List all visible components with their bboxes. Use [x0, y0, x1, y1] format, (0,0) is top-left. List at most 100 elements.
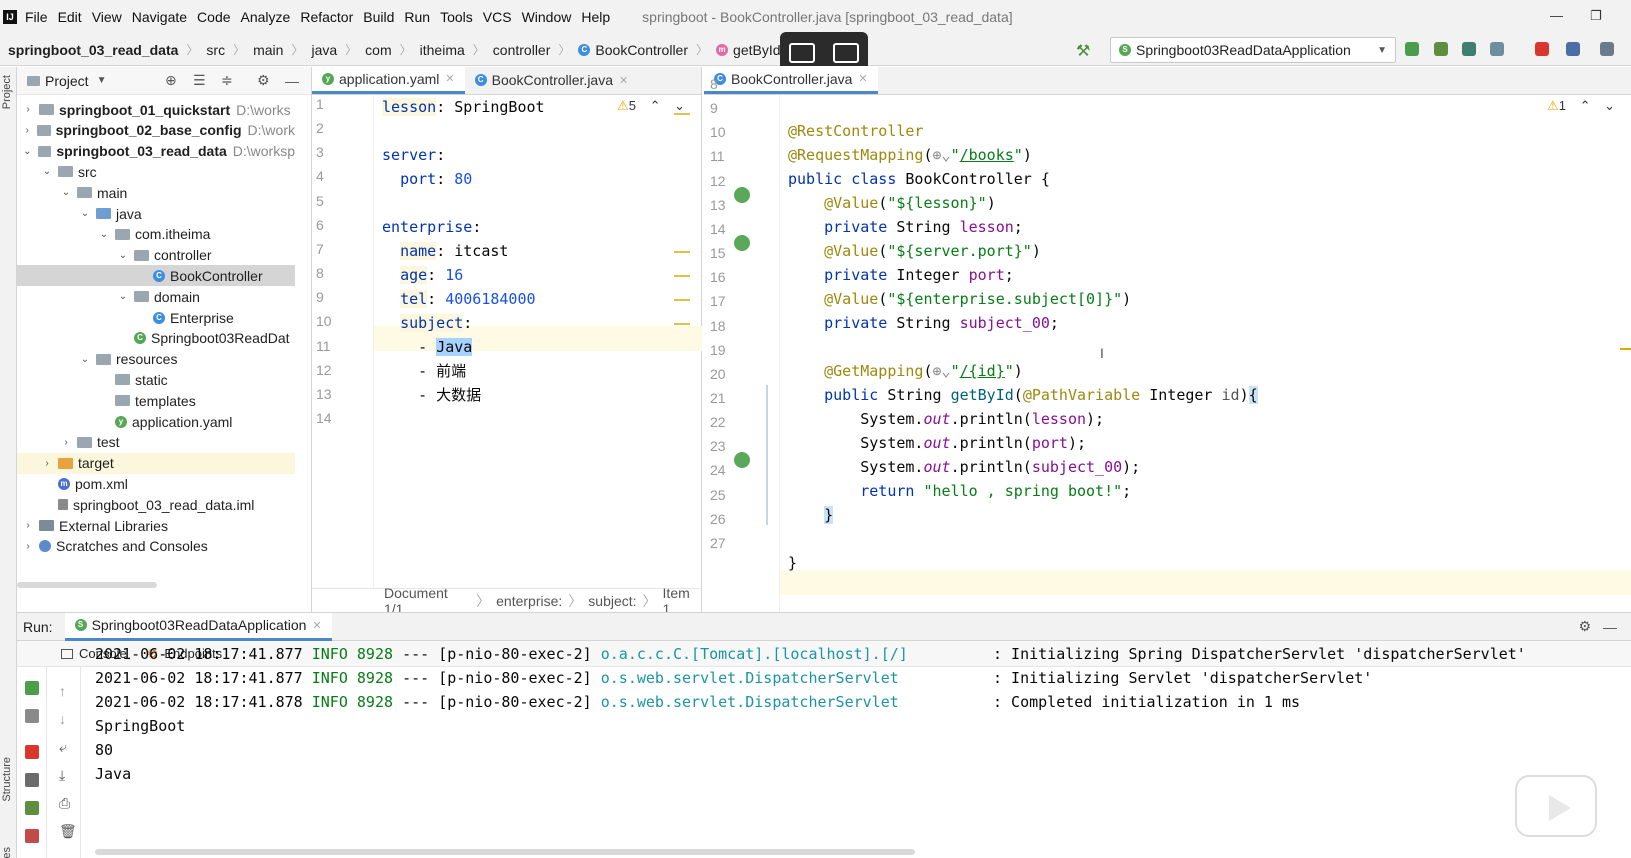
chevron-down-icon[interactable]: ▼	[97, 75, 107, 86]
menu-item-help[interactable]: Help	[581, 9, 610, 25]
breadcrumb-item[interactable]: main	[253, 42, 283, 58]
expand-arrow-icon[interactable]: ⌄	[59, 187, 73, 198]
tree-node[interactable]: C Enterprise	[17, 307, 295, 328]
close-icon[interactable]: ✕	[312, 619, 321, 632]
expand-arrow-icon[interactable]: ⌄	[116, 291, 130, 302]
editor-tab[interactable]: y application.yaml ✕	[312, 66, 465, 94]
exit-icon[interactable]	[25, 829, 39, 843]
video-play-button[interactable]	[1515, 775, 1597, 837]
expand-arrow-icon[interactable]: ›	[40, 458, 54, 469]
search-everywhere-icon[interactable]	[1600, 42, 1614, 56]
yaml-status-item[interactable]: subject:	[588, 593, 636, 609]
collapse-all-icon[interactable]: ≑	[221, 72, 233, 89]
breadcrumb-item[interactable]: com	[365, 42, 391, 58]
menu-item-window[interactable]: Window	[522, 9, 572, 25]
tree-node[interactable]: › springboot_01_quickstart D:\works	[17, 99, 295, 120]
close-icon[interactable]: ✕	[445, 72, 454, 85]
expand-arrow-icon[interactable]: ›	[21, 541, 35, 552]
breadcrumb-item[interactable]: controller	[493, 42, 551, 58]
expand-arrow-icon[interactable]: ›	[21, 125, 33, 136]
project-panel-title[interactable]: Project	[45, 73, 89, 89]
menu-item-code[interactable]: Code	[197, 9, 230, 25]
expand-arrow-icon[interactable]: ⌄	[97, 229, 111, 240]
stripe-project-label[interactable]: Project	[1, 75, 13, 109]
tree-node[interactable]: › External Libraries	[17, 515, 295, 536]
wrench-icon[interactable]	[25, 709, 39, 723]
stop-icon[interactable]	[1535, 42, 1549, 56]
expand-arrow-icon[interactable]: ›	[21, 104, 35, 115]
tree-node[interactable]: ⌄ controller	[17, 245, 295, 266]
trash-icon[interactable]: 🗑	[59, 823, 77, 840]
console-horizontal-scrollbar[interactable]	[95, 849, 915, 855]
profile-icon[interactable]	[1490, 42, 1504, 56]
project-structure-icon[interactable]	[1566, 42, 1580, 56]
debug-icon[interactable]	[25, 801, 39, 815]
menu-item-file[interactable]: File	[25, 9, 48, 25]
stripe-structure-label[interactable]: Structure	[1, 757, 13, 802]
expand-arrow-icon[interactable]: ⌄	[116, 250, 130, 261]
tree-node[interactable]: ⌄ java	[17, 203, 295, 224]
restore-icon[interactable]: ❐	[1590, 8, 1602, 24]
run-configuration-selector[interactable]: S Springboot03ReadDataApplication ▼	[1110, 37, 1396, 63]
pip-icon[interactable]	[789, 43, 815, 63]
tree-node[interactable]: y application.yaml	[17, 411, 295, 432]
menu-item-navigate[interactable]: Navigate	[132, 9, 187, 25]
gear-icon[interactable]: ⚙	[257, 72, 270, 89]
tree-node[interactable]: ⌄ src	[17, 161, 295, 182]
menu-item-analyze[interactable]: Analyze	[241, 9, 291, 25]
gear-icon[interactable]: ⚙	[1578, 618, 1591, 635]
debug-icon[interactable]	[1434, 42, 1448, 56]
stripe-favorites-label[interactable]: Favorites	[1, 847, 13, 858]
menu-item-run[interactable]: Run	[404, 9, 430, 25]
expand-arrow-icon[interactable]: ⌄	[78, 354, 92, 365]
close-icon[interactable]: ✕	[619, 74, 628, 87]
editor-tab[interactable]: C BookController.java ✕	[465, 66, 639, 94]
play-screen-icon[interactable]	[833, 43, 859, 63]
expand-arrow-icon[interactable]: ⌄	[78, 208, 92, 219]
tree-node[interactable]: › target	[17, 452, 295, 474]
tree-node[interactable]: templates	[17, 390, 295, 411]
stop-icon[interactable]	[25, 745, 39, 759]
expand-arrow-icon[interactable]: ⌄	[21, 146, 34, 157]
horizontal-scrollbar[interactable]	[17, 582, 157, 588]
spring-bean-icon[interactable]	[734, 235, 750, 251]
yaml-code-area[interactable]: lesson: SpringBoot server: port: 80 ente…	[374, 95, 702, 588]
expand-all-icon[interactable]: ☰	[193, 72, 206, 89]
locate-icon[interactable]: ⊕	[165, 72, 177, 89]
rerun-icon[interactable]	[1405, 42, 1419, 56]
tree-node[interactable]: ⌄ springboot_03_read_data D:\worksp	[17, 141, 295, 162]
breadcrumb-item[interactable]: C BookController	[578, 42, 688, 58]
expand-arrow-icon[interactable]: ›	[21, 520, 35, 531]
tree-node[interactable]: ⌄ main	[17, 182, 295, 203]
arrow-down-icon[interactable]: ↓	[59, 711, 66, 727]
tree-node[interactable]: › springboot_02_base_config D:\work	[17, 120, 296, 141]
spring-mapping-icon[interactable]	[734, 452, 750, 468]
breadcrumb-item[interactable]: src	[206, 42, 225, 58]
yaml-status-item[interactable]: enterprise:	[496, 593, 562, 609]
tree-node[interactable]: ⌄ com.itheima	[17, 224, 295, 245]
camera-icon[interactable]	[25, 773, 39, 787]
soft-wrap-icon[interactable]: ⤶	[59, 739, 67, 756]
hide-icon[interactable]: —	[1603, 619, 1617, 635]
hide-icon[interactable]: —	[285, 73, 299, 89]
tree-node[interactable]: ⌄ domain	[17, 286, 295, 307]
breadcrumb-item[interactable]: java	[311, 42, 337, 58]
breadcrumb-item[interactable]: springboot_03_read_data	[8, 42, 178, 58]
expand-arrow-icon[interactable]: ⌄	[40, 166, 54, 177]
build-hammer-icon[interactable]: ⚒	[1076, 41, 1090, 61]
menu-item-edit[interactable]: Edit	[58, 9, 82, 25]
tree-node[interactable]: springboot_03_read_data.iml	[17, 494, 295, 515]
close-icon[interactable]: ✕	[858, 72, 867, 85]
tree-node[interactable]: C BookController	[17, 265, 295, 287]
tree-node[interactable]: › test	[17, 432, 295, 453]
java-code-area[interactable]: @RestController @RequestMapping(⊕⌄"/book…	[766, 95, 1631, 612]
expand-arrow-icon[interactable]: ›	[59, 437, 73, 448]
arrow-up-icon[interactable]: ↑	[59, 683, 66, 699]
breadcrumb-item[interactable]: m getById	[716, 42, 781, 58]
minimize-icon[interactable]: —	[1550, 8, 1563, 23]
menu-item-view[interactable]: View	[92, 9, 122, 25]
tree-node[interactable]: C Springboot03ReadDat	[17, 328, 295, 349]
tree-node[interactable]: static	[17, 369, 295, 390]
menu-item-tools[interactable]: Tools	[440, 9, 473, 25]
tree-node[interactable]: › Scratches and Consoles	[17, 536, 295, 557]
